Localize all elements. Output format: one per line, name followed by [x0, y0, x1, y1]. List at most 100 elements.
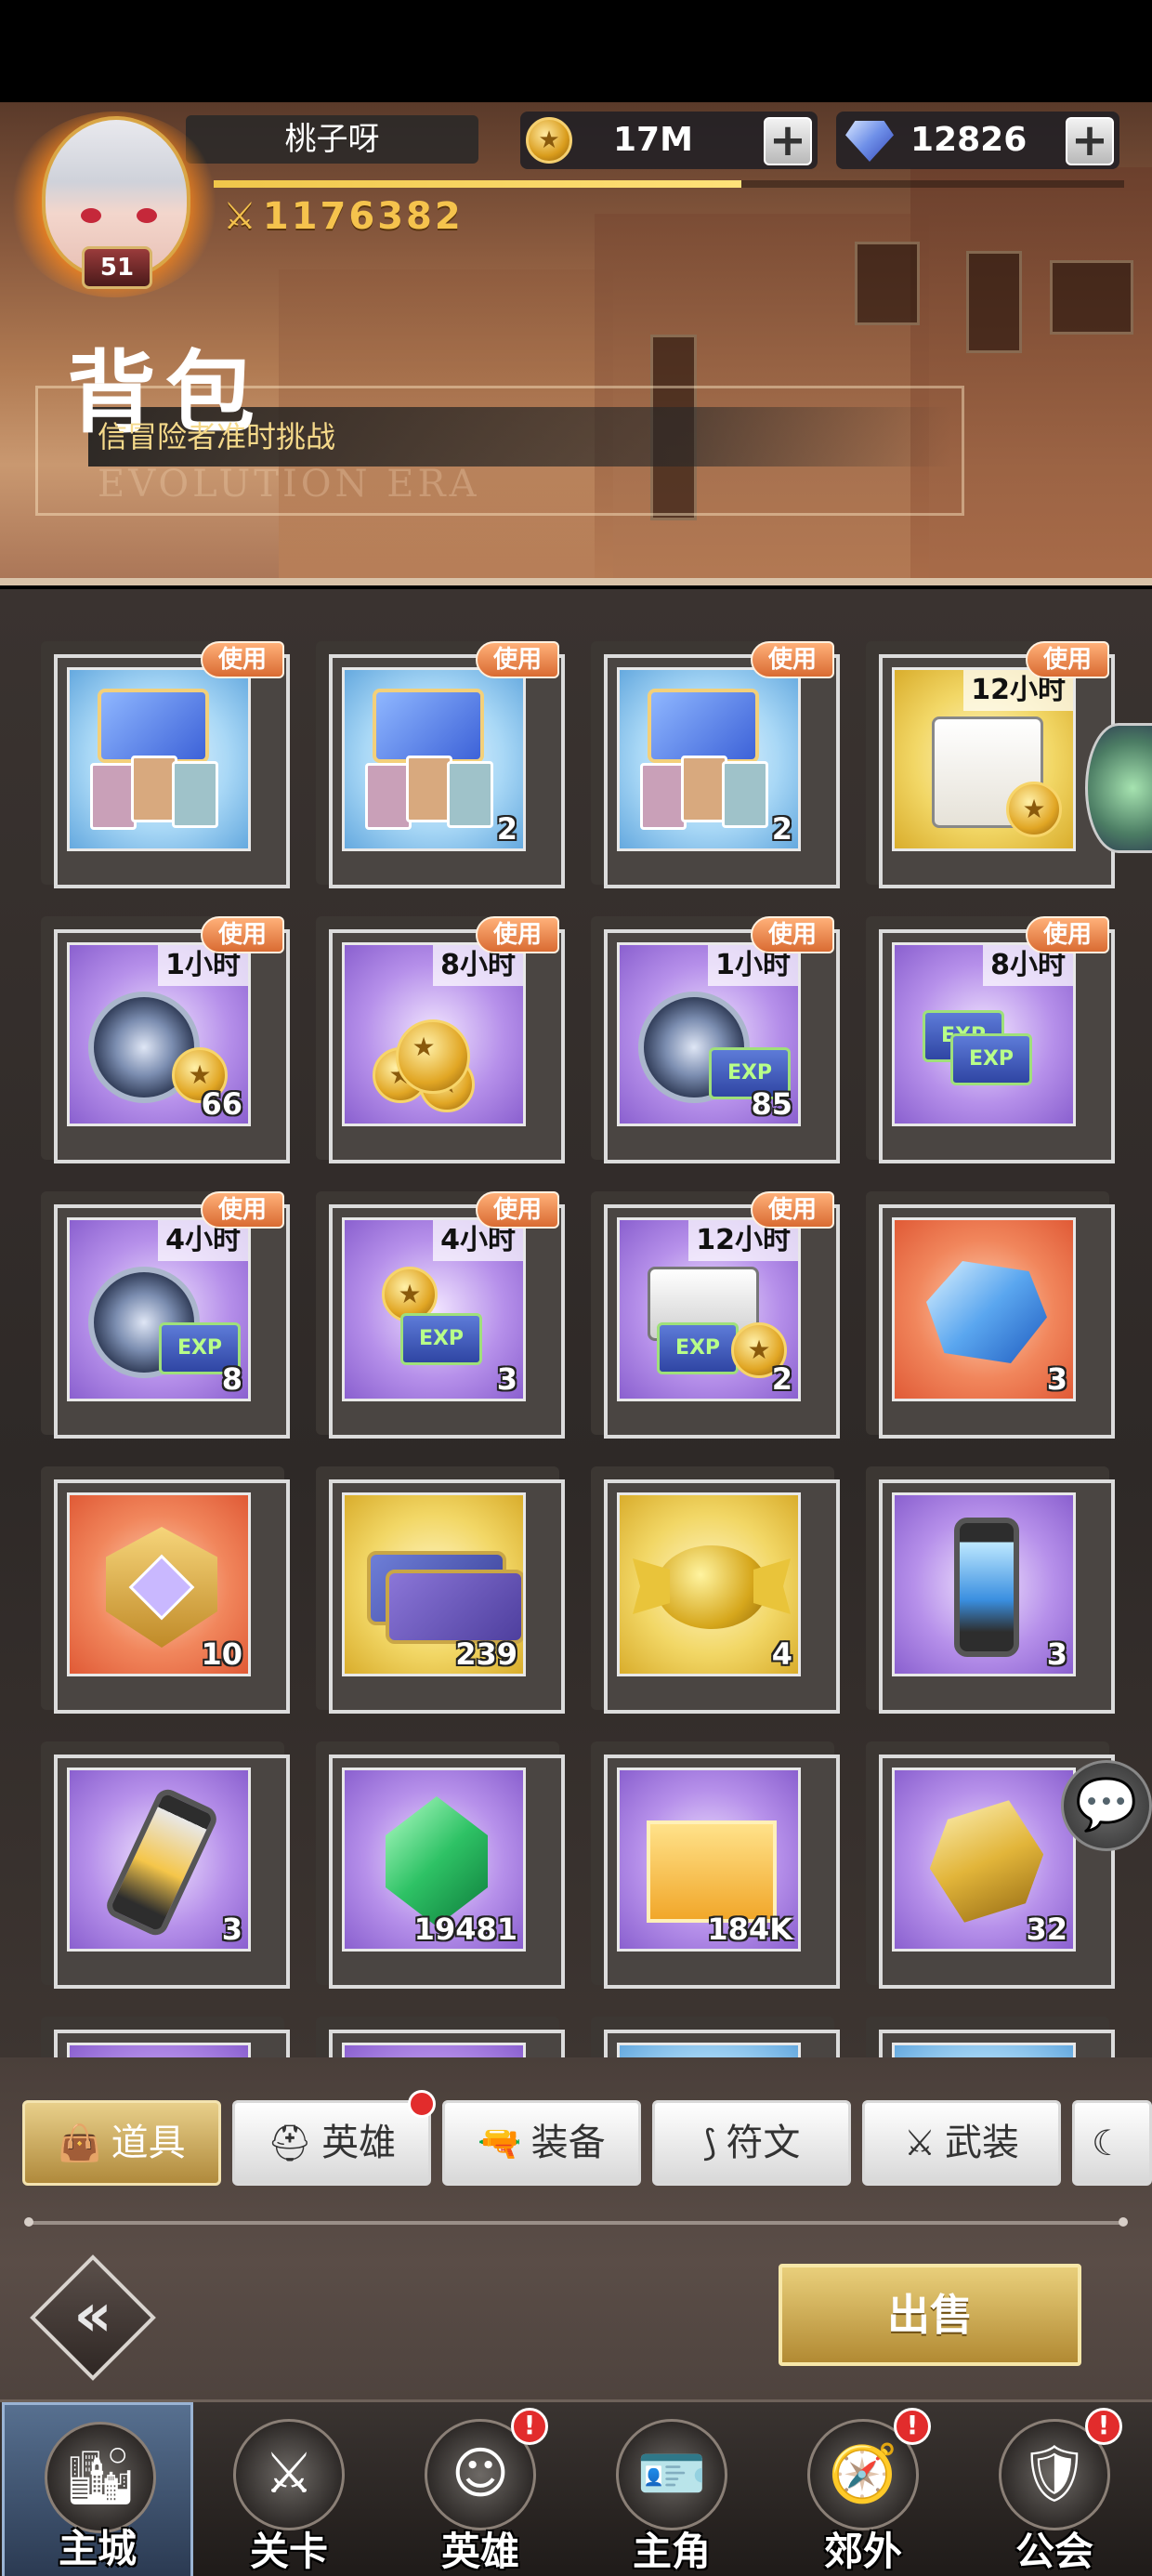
- nav-label: 关卡: [249, 2529, 328, 2574]
- inventory-item[interactable]: 1小时66使用: [41, 916, 290, 1163]
- inventory-item[interactable]: 239: [316, 1466, 565, 1714]
- item-count: 2: [771, 811, 792, 847]
- back-button[interactable]: «: [28, 2253, 158, 2383]
- use-button[interactable]: 使用: [476, 641, 559, 678]
- inventory-item[interactable]: 使用: [41, 641, 290, 888]
- item-icon: EXP12小时2: [617, 1217, 801, 1401]
- item-count: 184K: [707, 1912, 792, 1947]
- add-gold-button[interactable]: +: [764, 117, 812, 165]
- crossed-swords-icon: ⚔: [223, 195, 259, 238]
- item-count: 3: [1046, 1636, 1067, 1672]
- inventory-item[interactable]: 184K: [591, 1741, 840, 1989]
- item-count: 2: [771, 1361, 792, 1397]
- item-count: 3: [1046, 1361, 1067, 1397]
- inventory-item[interactable]: 3: [41, 1741, 290, 1989]
- inventory-item[interactable]: 3: [866, 1191, 1115, 1439]
- nav-item[interactable]: 🏙 主城: [2, 2402, 193, 2576]
- chat-bubble-button[interactable]: 💬: [1061, 1760, 1152, 1851]
- weapon-icon: ⚔: [903, 2123, 936, 2163]
- player-avatar[interactable]: 51: [0, 102, 232, 316]
- gem-amount: 12826: [910, 121, 1028, 159]
- inventory-item[interactable]: 2 使用: [316, 641, 565, 888]
- inventory-item[interactable]: 4: [591, 1466, 840, 1714]
- use-button[interactable]: 使用: [201, 641, 284, 678]
- use-button[interactable]: 使用: [201, 1191, 284, 1229]
- tab-label: 英雄: [321, 2122, 397, 2164]
- item-count: 19481: [413, 1912, 517, 1947]
- inventory-item[interactable]: 19481: [316, 1741, 565, 1989]
- inventory-item[interactable]: [866, 2017, 1115, 2057]
- use-button[interactable]: 使用: [1026, 916, 1109, 953]
- item-icon: [67, 667, 251, 851]
- use-button[interactable]: 使用: [476, 916, 559, 953]
- item-icon: 12小时: [892, 667, 1076, 851]
- inventory-item[interactable]: EXP12小时2使用: [591, 1191, 840, 1439]
- diamond-icon: [845, 121, 894, 162]
- item-icon: 3: [892, 1217, 1076, 1401]
- tab-符文[interactable]: ⟆ 符文: [652, 2100, 851, 2186]
- double-chevron-left-icon: «: [73, 2281, 112, 2350]
- item-count: 4: [771, 1636, 792, 1672]
- item-count: 239: [455, 1636, 517, 1672]
- alert-badge: !: [511, 2408, 548, 2445]
- use-button[interactable]: 使用: [476, 1191, 559, 1229]
- use-button[interactable]: 使用: [751, 1191, 834, 1229]
- item-icon: EXP4小时3: [342, 1217, 526, 1401]
- use-button[interactable]: 使用: [1026, 641, 1109, 678]
- add-gem-button[interactable]: +: [1066, 117, 1114, 165]
- bottom-navigation: 🏙 主城 ⚔ 关卡 ☺ 英雄! 🪪 主角 🧭 郊外! 🛡 公会!: [0, 2399, 1152, 2576]
- nav-item[interactable]: ☺ 英雄!: [385, 2402, 576, 2576]
- tab-more[interactable]: ☾: [1072, 2100, 1152, 2186]
- side-character-peek[interactable]: [1085, 723, 1152, 853]
- nav-item[interactable]: 🛡 公会!: [959, 2402, 1150, 2576]
- item-count: 8: [221, 1361, 242, 1397]
- tab-装备[interactable]: 🔫 装备: [442, 2100, 641, 2186]
- use-button[interactable]: 使用: [751, 916, 834, 953]
- inventory-item[interactable]: [316, 2017, 565, 2057]
- inventory-item[interactable]: EXP 1小时 85 使用: [591, 916, 840, 1163]
- alert-badge: !: [1085, 2408, 1122, 2445]
- inventory-item[interactable]: 8小时使用: [316, 916, 565, 1163]
- inventory-item[interactable]: [591, 2017, 840, 2057]
- tab-label: 装备: [530, 2122, 606, 2164]
- tab-武装[interactable]: ⚔ 武装: [862, 2100, 1061, 2186]
- tab-英雄[interactable]: ⛑ 英雄: [232, 2090, 436, 2186]
- inventory-item[interactable]: 3: [866, 1466, 1115, 1714]
- item-icon: [892, 2043, 1076, 2057]
- inventory-item[interactable]: 10: [41, 1466, 290, 1714]
- item-icon: [342, 2043, 526, 2057]
- tab-label: 道具: [111, 2122, 186, 2164]
- use-button[interactable]: 使用: [201, 916, 284, 953]
- nav-item[interactable]: 🪪 主角: [576, 2402, 767, 2576]
- inventory-item[interactable]: EXP4小时3使用: [316, 1191, 565, 1439]
- page-subtitle-en: EVOLUTION ERA: [98, 463, 480, 506]
- gold-coin-icon: [526, 117, 572, 164]
- bag-controls: 👜 道具 ⛑ 英雄 🔫 装备 ⟆ 符文 ⚔ 武装 ☾ « 出售: [0, 2057, 1152, 2399]
- nav-item[interactable]: 🧭 郊外!: [767, 2402, 959, 2576]
- inventory-item[interactable]: 2 使用: [591, 641, 840, 888]
- item-count: 66: [201, 1086, 242, 1122]
- swords-icon: ⚔: [233, 2419, 345, 2530]
- inventory-item[interactable]: 12小时使用: [866, 641, 1115, 888]
- nav-label: 主城: [58, 2526, 137, 2571]
- nav-label: 郊外: [823, 2529, 902, 2574]
- nav-label: 英雄: [440, 2529, 519, 2574]
- use-button[interactable]: 使用: [751, 641, 834, 678]
- item-icon: EXP 4小时 8: [67, 1217, 251, 1401]
- exp-bar-fill: [214, 180, 742, 188]
- inventory-item[interactable]: [41, 2017, 290, 2057]
- gun-icon: 🔫: [478, 2123, 522, 2163]
- inventory-item[interactable]: EXPEXP8小时使用: [866, 916, 1115, 1163]
- item-count: 3: [496, 1361, 517, 1397]
- page-subtitle: 信冒险者准时挑战: [98, 419, 336, 454]
- item-icon: 3: [892, 1492, 1076, 1676]
- sell-button[interactable]: 出售: [779, 2264, 1081, 2366]
- item-count: 2: [496, 811, 517, 847]
- combat-power: ⚔ 1176382: [223, 195, 464, 238]
- nav-item[interactable]: ⚔ 关卡: [193, 2402, 385, 2576]
- item-icon: [617, 2043, 801, 2057]
- tab-道具[interactable]: 👜 道具: [22, 2100, 221, 2186]
- status-bar: [0, 0, 1152, 102]
- item-icon: [67, 2043, 251, 2057]
- inventory-item[interactable]: EXP 4小时 8 使用: [41, 1191, 290, 1439]
